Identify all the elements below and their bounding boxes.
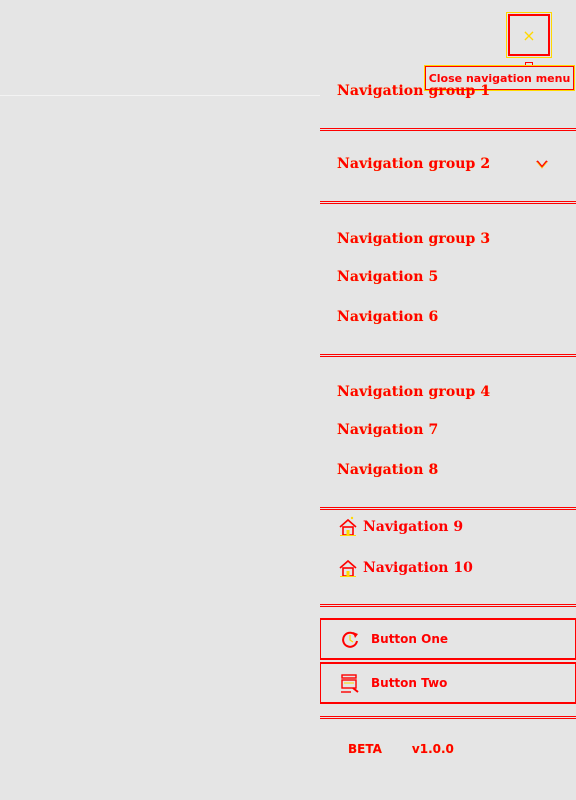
button-one[interactable]: Button One (320, 618, 576, 660)
nav-item-7[interactable]: Navigation 7 (337, 421, 438, 439)
nav-item-5[interactable]: Navigation 5 (337, 268, 438, 286)
divider (320, 128, 576, 131)
button-two[interactable]: Button Two (320, 662, 576, 704)
nav-item-8[interactable]: Navigation 8 (337, 461, 438, 479)
nav-item-9[interactable]: Navigation 9 (337, 516, 463, 538)
chevron-down-icon[interactable] (534, 157, 550, 171)
header-divider (0, 95, 320, 96)
nav-group-2[interactable]: Navigation group 2 (337, 155, 490, 173)
nav-item-10[interactable]: Navigation 10 (337, 557, 473, 579)
button-one-label: Button One (371, 632, 449, 646)
search-icon (341, 674, 359, 693)
footer: BETA v1.0.0 (348, 742, 454, 756)
home-icon (339, 559, 357, 577)
divider (320, 201, 576, 204)
refresh-icon (342, 631, 358, 648)
nav-item-9-label: Navigation 9 (363, 519, 464, 535)
divider (320, 507, 576, 510)
page: × Close navigation menu Navigation group… (0, 0, 576, 800)
nav-group-4[interactable]: Navigation group 4 (337, 383, 490, 401)
nav-group-3[interactable]: Navigation group 3 (337, 230, 490, 248)
divider (320, 716, 576, 719)
divider (320, 354, 576, 357)
divider (320, 604, 576, 607)
nav-group-1[interactable]: Navigation group 1 (337, 82, 490, 100)
version-label: v1.0.0 (411, 742, 454, 756)
navigation-panel: Navigation group 1 Navigation group 2 Na… (320, 0, 576, 800)
beta-badge: BETA (348, 742, 382, 756)
nav-item-10-label: Navigation 10 (363, 560, 473, 576)
nav-item-6[interactable]: Navigation 6 (337, 308, 438, 326)
button-two-label: Button Two (371, 676, 448, 690)
home-icon (339, 516, 357, 536)
